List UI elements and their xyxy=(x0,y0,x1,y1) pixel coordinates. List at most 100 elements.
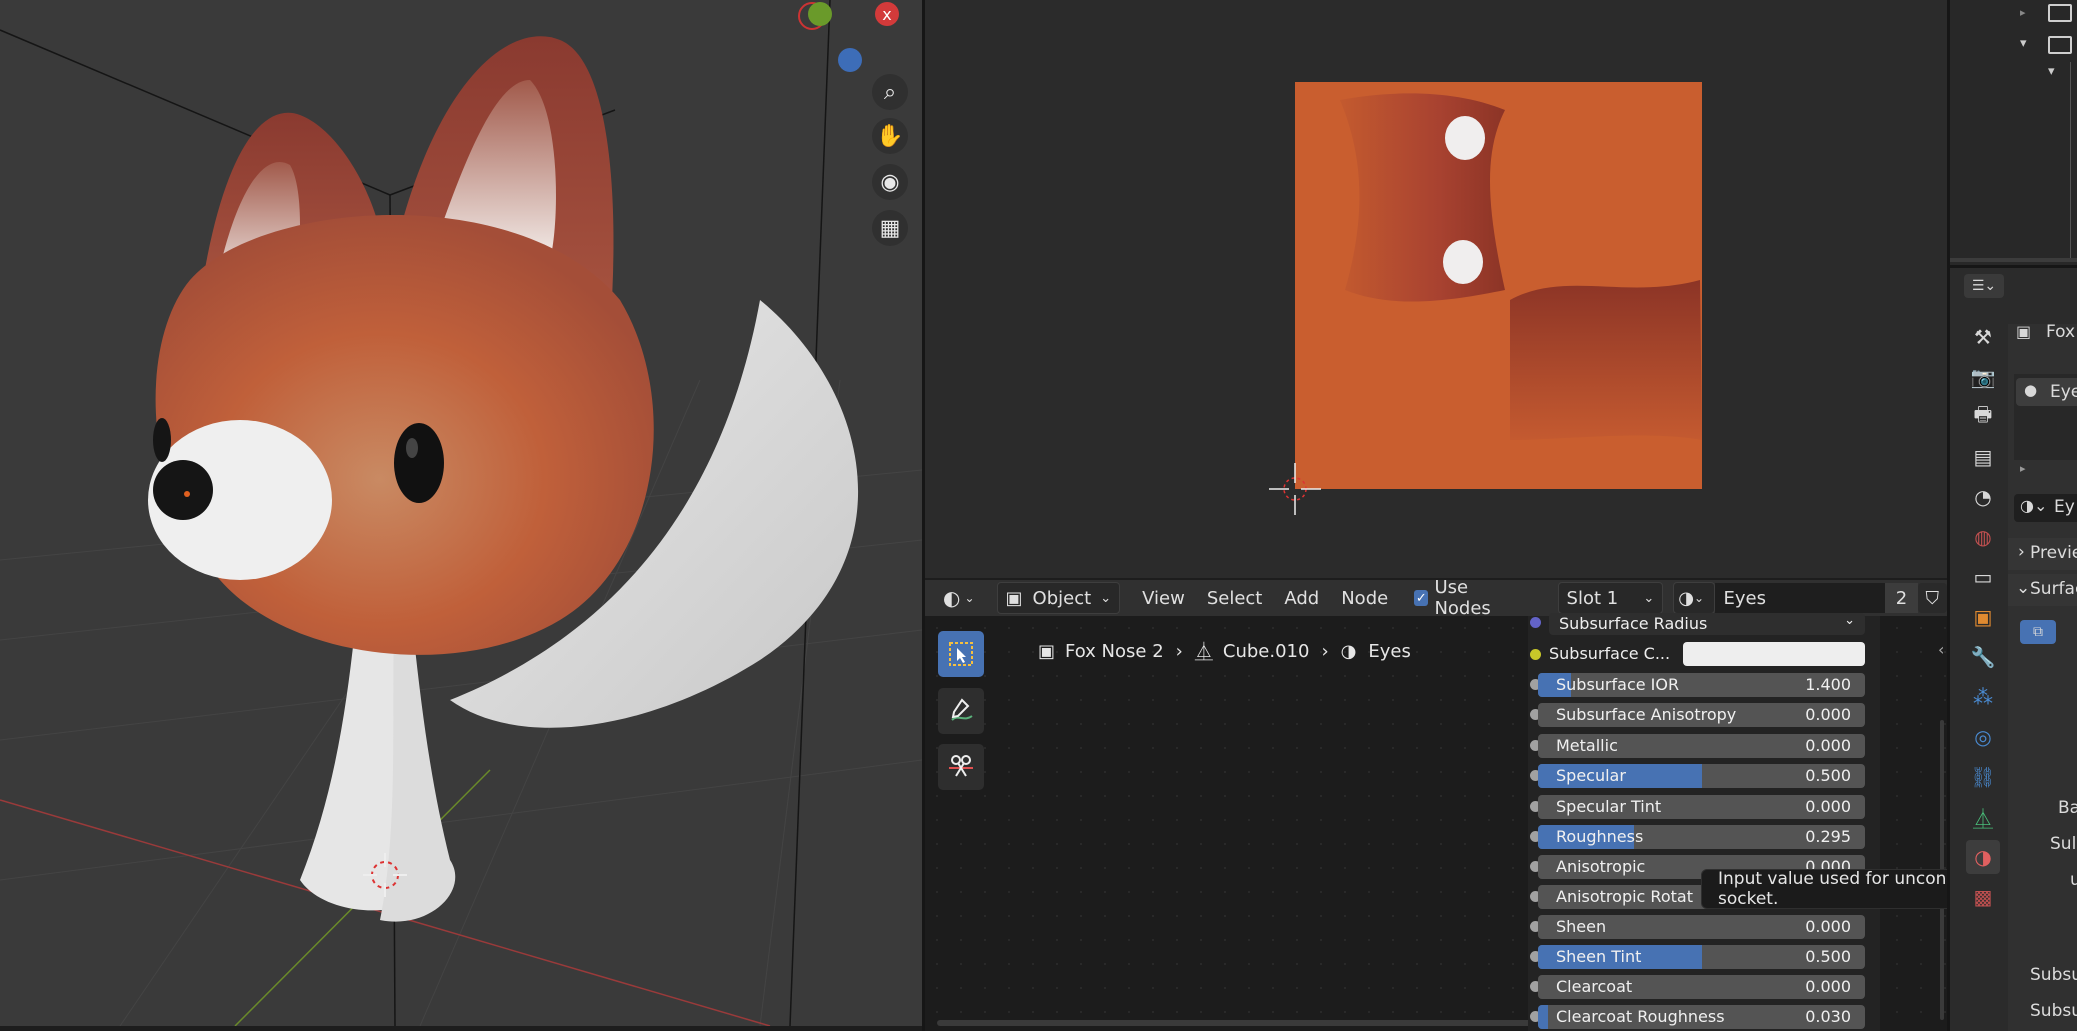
checkbox-checked-icon[interactable]: ✓ xyxy=(1414,590,1429,606)
preview-section-label: Previe xyxy=(2030,543,2077,563)
surface-section-label: Surfac xyxy=(2030,579,2077,599)
tree-line xyxy=(2070,62,2077,262)
metallic-field[interactable]: Metallic 0.000 xyxy=(1538,734,1865,758)
sidebar-toggle-icon[interactable]: ‹ xyxy=(1938,640,1944,659)
ur-label: ur xyxy=(2070,870,2077,890)
subsurface-ior-field[interactable]: Subsurface IOR 1.400 xyxy=(1538,673,1865,697)
material-field[interactable]: ◑⌄ Ey xyxy=(2014,494,2077,522)
subsurface-color-label: Subsurface C... xyxy=(1549,644,1671,663)
3d-viewport[interactable]: x ⌕ ✋ ◉ ▦ xyxy=(0,0,922,1026)
field-label: Subsurface Anisotropy xyxy=(1556,705,1737,724)
field-value: 0.000 xyxy=(1805,977,1851,996)
fake-user-shield-icon[interactable]: ⛉ xyxy=(1917,583,1947,613)
material-field-label: Ey xyxy=(2054,497,2075,517)
material-name-field[interactable]: Eyes xyxy=(1715,583,1886,613)
breadcrumb-mesh: Cube.010 xyxy=(1222,640,1310,662)
field-value: 0.000 xyxy=(1805,797,1851,816)
collapse-arrow-icon[interactable]: ▾ xyxy=(2020,36,2027,51)
constraints-icon[interactable]: ⛓ xyxy=(1966,760,2000,794)
subsurface-radius-dropdown[interactable]: Subsurface Radius ⌄ xyxy=(1549,613,1865,635)
axis-z-neg-icon[interactable] xyxy=(838,48,862,72)
field-label: Specular xyxy=(1556,766,1626,785)
collapse-arrow-icon[interactable]: ▾ xyxy=(2048,64,2055,79)
axis-x-icon[interactable]: x xyxy=(875,2,899,26)
field-label: Anisotropic Rotat xyxy=(1556,887,1693,906)
use-nodes-toggle[interactable]: ✓ Use Nodes xyxy=(1406,577,1527,619)
chevron-down-icon: ⌄ xyxy=(1844,613,1855,628)
base-label: Ba xyxy=(2058,798,2077,818)
object-icon[interactable]: ▣ xyxy=(1966,600,2000,634)
clearcoat-field[interactable]: Clearcoat 0.000 xyxy=(1538,975,1865,999)
render-icon[interactable]: 📷 xyxy=(1966,360,2000,394)
roughness-field[interactable]: Roughness 0.295 xyxy=(1538,825,1865,849)
expand-arrow-icon[interactable]: ▸ xyxy=(2020,462,2026,475)
field-label: Roughness xyxy=(1556,827,1644,846)
outliner[interactable]: ▸ ▾ ▾ xyxy=(1950,0,2077,265)
field-value: 0.500 xyxy=(1805,766,1851,785)
material-sphere-icon: ● xyxy=(2024,381,2038,399)
specular-field[interactable]: Specular 0.500 xyxy=(1538,764,1865,788)
collection-icon xyxy=(2048,4,2072,22)
collection-icon[interactable]: ▭ xyxy=(1966,560,2000,594)
field-label: Subsurface IOR xyxy=(1556,675,1680,694)
editor-type-button[interactable]: ◐ ⌄ xyxy=(935,583,983,613)
field-value: 0.000 xyxy=(1805,705,1851,724)
texture-preview xyxy=(1269,82,1702,515)
chevron-right-icon: › xyxy=(1321,640,1329,662)
material-browse-button[interactable]: ◑ ⌄ xyxy=(1673,582,1716,614)
camera-icon[interactable]: ◉ xyxy=(872,164,908,200)
menu-add[interactable]: Add xyxy=(1276,583,1327,613)
slot-label: Slot 1 xyxy=(1566,587,1619,609)
select-box-tool-icon[interactable] xyxy=(938,631,984,677)
physics-icon[interactable]: ◎ xyxy=(1966,720,2000,754)
annotate-tool-icon[interactable] xyxy=(938,688,984,734)
axis-y-icon[interactable] xyxy=(808,2,832,26)
subsurface-anisotropy-field[interactable]: Subsurface Anisotropy 0.000 xyxy=(1538,703,1865,727)
view-layer-icon[interactable]: ▤ xyxy=(1966,440,2000,474)
material-sphere-icon: ◑ xyxy=(1678,587,1694,609)
particles-icon[interactable]: ⁂ xyxy=(1966,680,2000,714)
editor-type-button[interactable]: ☰⌄ xyxy=(1964,274,2004,298)
world-icon[interactable]: ◍ xyxy=(1966,520,2000,554)
users-count[interactable]: 2 xyxy=(1885,583,1918,613)
sheen-field[interactable]: Sheen 0.000 xyxy=(1538,915,1865,939)
subsurface-color-swatch[interactable] xyxy=(1683,642,1865,666)
preview-panel-header[interactable]: › Previe xyxy=(2008,538,2077,570)
field-value: 1.400 xyxy=(1805,675,1851,694)
chevron-right-icon: › xyxy=(1175,640,1183,662)
surface-panel-header[interactable]: ⌄ Surfac xyxy=(2008,574,2077,606)
chevron-down-icon: ⌄ xyxy=(1643,590,1655,606)
clearcoat-roughness-field[interactable]: Clearcoat Roughness 0.030 xyxy=(1538,1005,1865,1029)
image-editor[interactable] xyxy=(925,0,1947,578)
horizontal-scrollbar[interactable] xyxy=(937,1020,1537,1026)
slot-dropdown[interactable]: Slot 1 ⌄ xyxy=(1557,582,1664,614)
zoom-icon[interactable]: ⌕ xyxy=(872,74,908,110)
field-value: 0.295 xyxy=(1805,827,1851,846)
scene-icon[interactable]: ◔ xyxy=(1966,480,2000,514)
material-slot-item[interactable]: ● Eye xyxy=(2016,378,2077,406)
collection-icon xyxy=(2048,36,2072,54)
mesh-data-icon[interactable]: ⏅ xyxy=(1966,800,2000,834)
material-icon[interactable]: ◑ xyxy=(1966,840,2000,874)
hand-pan-icon[interactable]: ✋ xyxy=(872,118,908,154)
surface-type-button[interactable]: ⧉ xyxy=(2020,620,2056,644)
properties-editor[interactable]: ☰⌄ ⚒ 📷 🖶 ▤ ◔ ◍ ▭ ▣ 🔧 ⁂ ◎ ⛓ ⏅ ◑ ▩ ▣ Fox ●… xyxy=(1950,268,2077,1031)
field-value: 0.030 xyxy=(1805,1007,1851,1026)
cut-links-tool-icon[interactable] xyxy=(938,744,984,790)
sheen-tint-field[interactable]: Sheen Tint 0.500 xyxy=(1538,945,1865,969)
expand-arrow-icon[interactable]: ▸ xyxy=(2020,6,2026,19)
mode-dropdown[interactable]: ▣ Object ⌄ xyxy=(996,582,1121,614)
field-value: 0.000 xyxy=(1805,736,1851,755)
outliner-scrollbar[interactable] xyxy=(1950,258,2077,262)
tool-icon[interactable]: ⚒ xyxy=(1966,320,2000,354)
menu-view[interactable]: View xyxy=(1134,583,1193,613)
field-value: 0.500 xyxy=(1805,947,1851,966)
texture-checker-icon[interactable]: ▩ xyxy=(1966,880,2000,914)
menu-select[interactable]: Select xyxy=(1199,583,1271,613)
output-icon[interactable]: 🖶 xyxy=(1966,400,2000,434)
context-header xyxy=(2008,268,2077,324)
grid-ortho-icon[interactable]: ▦ xyxy=(872,210,908,246)
specular-tint-field[interactable]: Specular Tint 0.000 xyxy=(1538,795,1865,819)
modifier-wrench-icon[interactable]: 🔧 xyxy=(1966,640,2000,674)
menu-node[interactable]: Node xyxy=(1333,583,1396,613)
